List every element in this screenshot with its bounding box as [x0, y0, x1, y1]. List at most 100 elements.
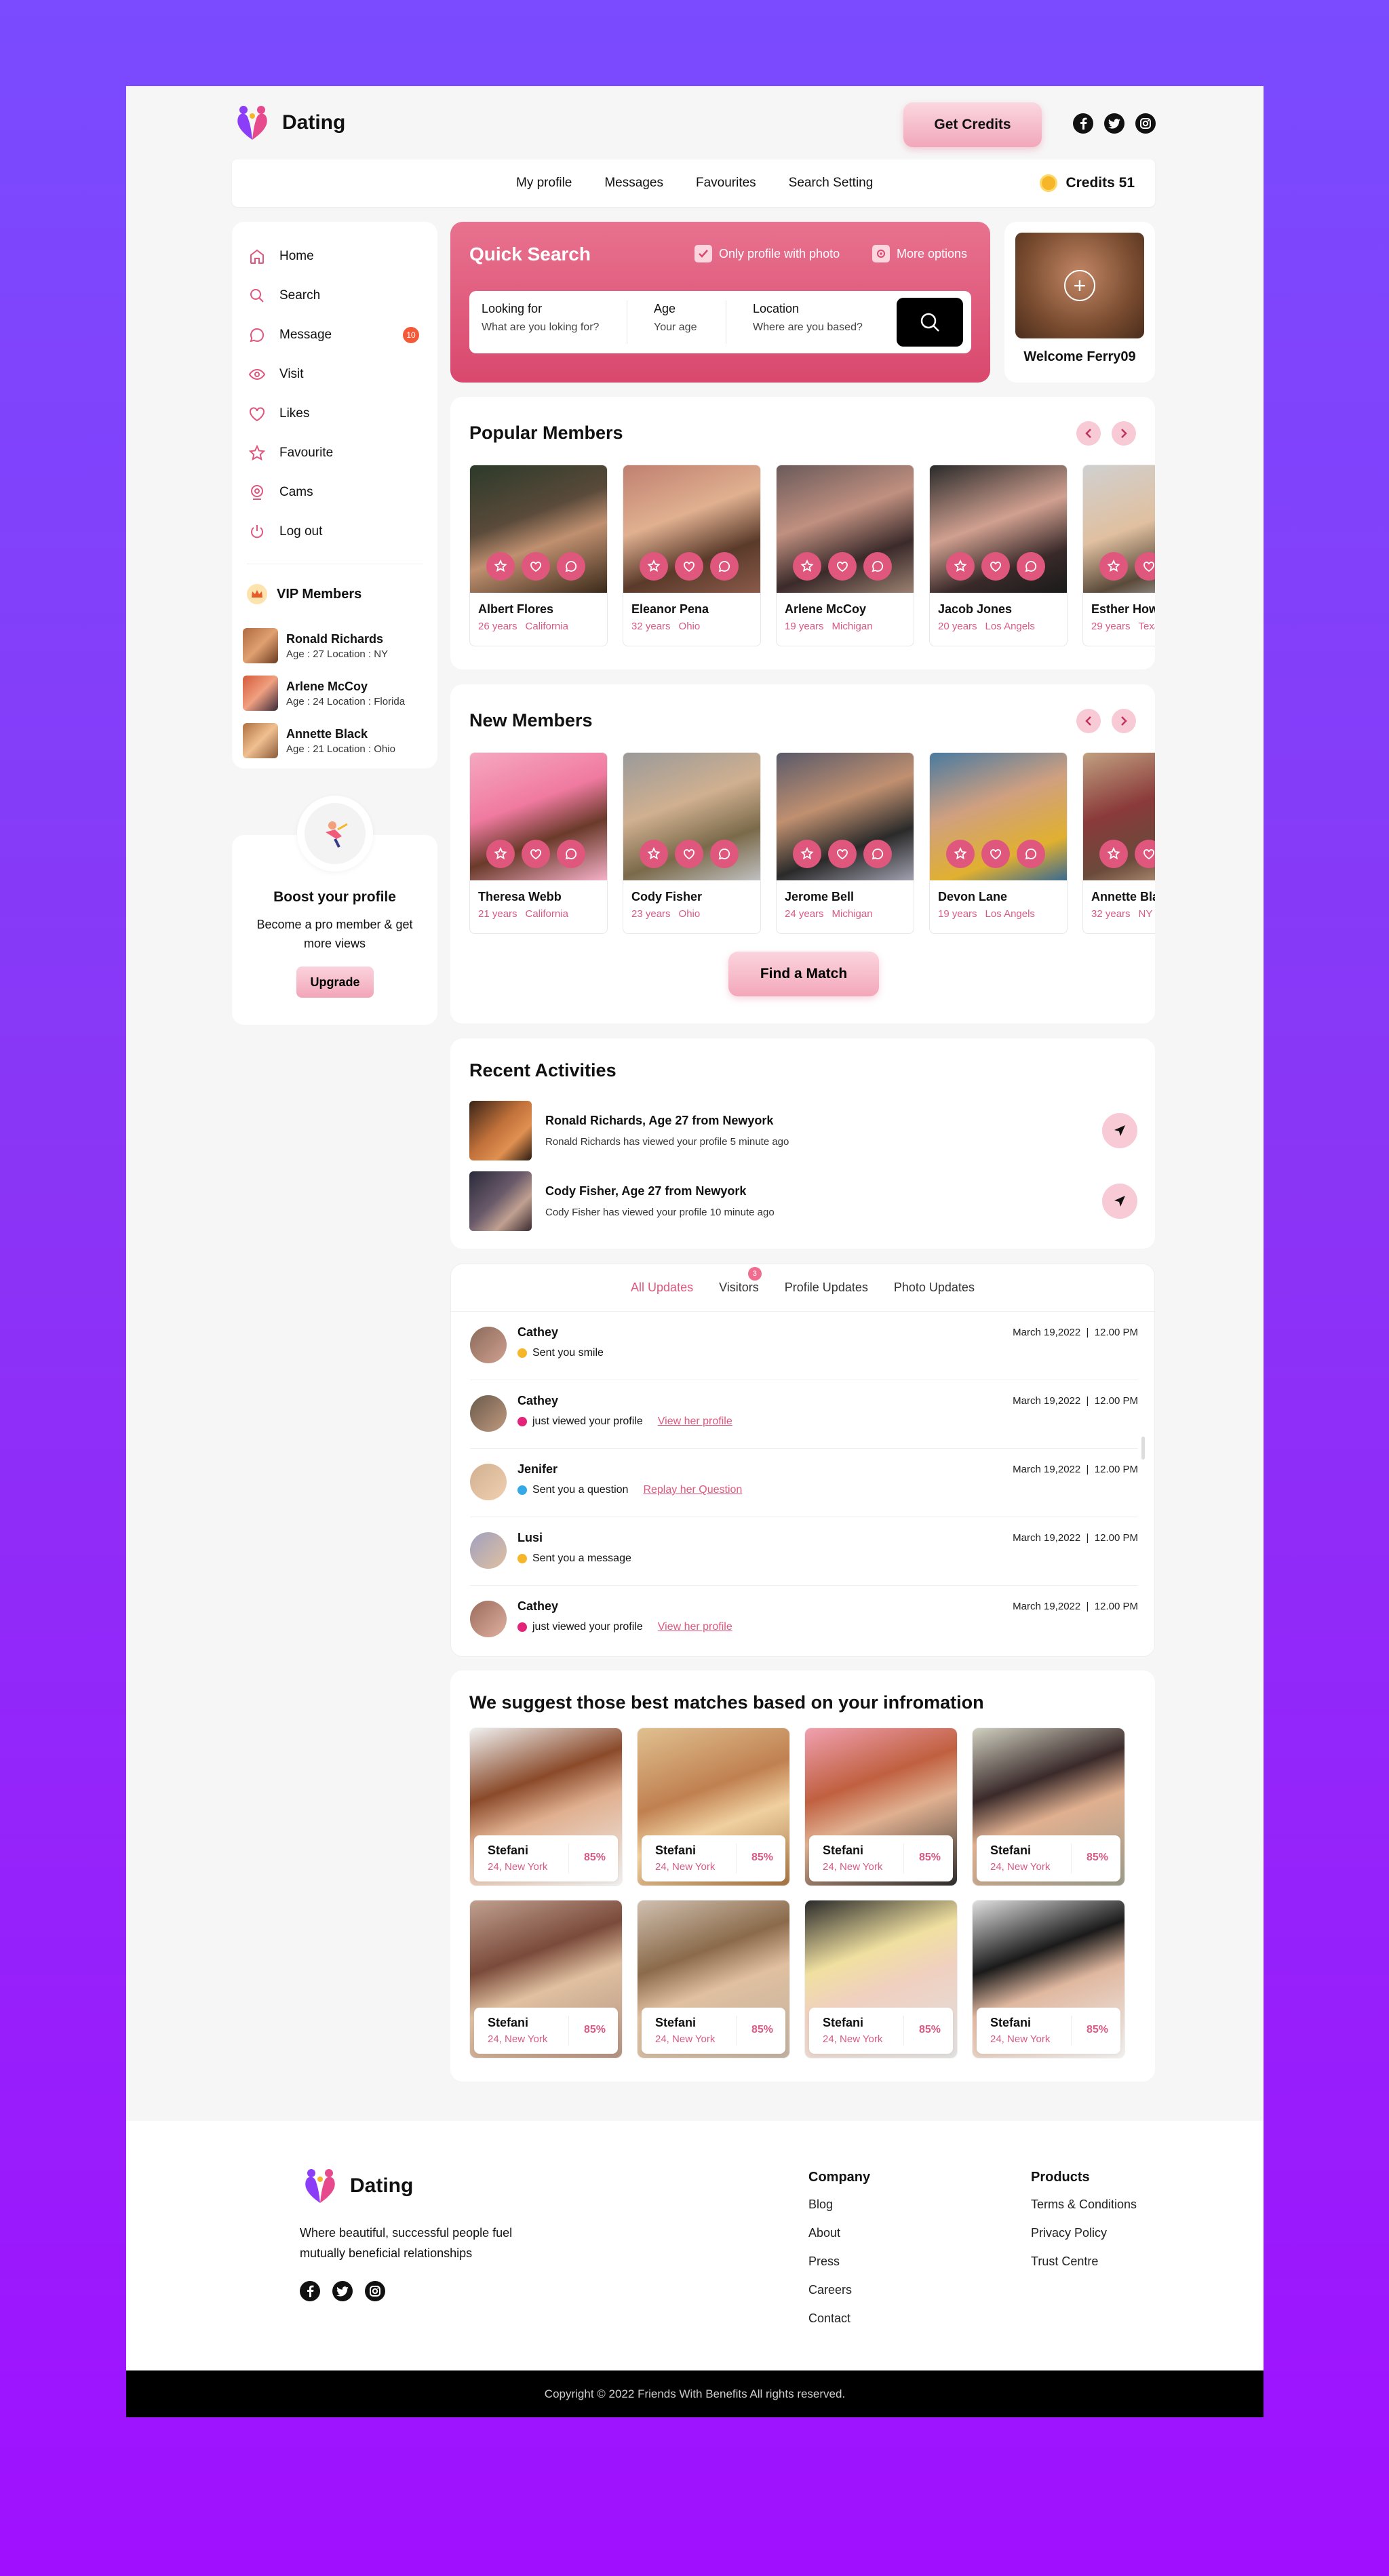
- chat-button[interactable]: [710, 840, 739, 868]
- credits-balance[interactable]: Credits 51: [1040, 159, 1135, 207]
- like-button[interactable]: [1135, 552, 1155, 581]
- profile-photo[interactable]: +: [1015, 233, 1144, 338]
- looking-for-field[interactable]: Looking for What are you loking for?: [482, 302, 599, 334]
- like-button[interactable]: [981, 840, 1010, 868]
- chat-button[interactable]: [1017, 840, 1045, 868]
- favourite-button[interactable]: [946, 840, 975, 868]
- tab-visitors[interactable]: Visitors 3: [719, 1267, 762, 1295]
- match-card[interactable]: Stefani 24, New York 85%: [804, 1900, 958, 2058]
- favourite-button[interactable]: [486, 552, 515, 581]
- sidebar-item-favourite[interactable]: Favourite: [247, 433, 423, 473]
- like-button[interactable]: [675, 552, 703, 581]
- like-button[interactable]: [675, 840, 703, 868]
- update-item[interactable]: Lusi Sent you a message March 19,2022 | 12…: [470, 1517, 1138, 1586]
- vip-member[interactable]: Arlene McCoy Age : 24 Location : Florida: [243, 669, 427, 717]
- search-submit-button[interactable]: [897, 298, 963, 347]
- sidebar-item-home[interactable]: Home: [247, 237, 423, 276]
- vip-member[interactable]: Annette Black Age : 21 Location : Ohio: [243, 717, 427, 764]
- update-link[interactable]: View her profile: [658, 1621, 732, 1633]
- facebook-icon[interactable]: [300, 2281, 320, 2301]
- next-arrow-button[interactable]: [1112, 421, 1136, 446]
- instagram-icon[interactable]: [365, 2281, 385, 2301]
- favourite-button[interactable]: [640, 552, 668, 581]
- match-card[interactable]: Stefani 24, New York 85%: [637, 1900, 790, 2058]
- member-card[interactable]: Esther Howard 29 years Texas: [1082, 465, 1155, 646]
- upgrade-button[interactable]: Upgrade: [296, 967, 374, 998]
- favourite-button[interactable]: [946, 552, 975, 581]
- like-button[interactable]: [828, 552, 857, 581]
- member-card[interactable]: Jacob Jones 20 years Los Angels: [929, 465, 1068, 646]
- member-card[interactable]: Eleanor Pena 32 years Ohio: [623, 465, 761, 646]
- next-arrow-button[interactable]: [1112, 709, 1136, 733]
- instagram-icon[interactable]: [1135, 113, 1156, 134]
- footer-link-contact[interactable]: Contact: [808, 2311, 870, 2340]
- like-button[interactable]: [522, 552, 550, 581]
- footer-link-press[interactable]: Press: [808, 2255, 870, 2283]
- get-credits-button[interactable]: Get Credits: [903, 102, 1042, 147]
- update-item[interactable]: Cathey Sent you smile March 19,2022 | 12.0…: [470, 1312, 1138, 1380]
- member-card[interactable]: Arlene McCoy 19 years Michigan: [776, 465, 914, 646]
- chat-button[interactable]: [1017, 552, 1045, 581]
- chat-button[interactable]: [557, 840, 585, 868]
- twitter-icon[interactable]: [1104, 113, 1124, 134]
- vip-member[interactable]: Ronald Richards Age : 27 Location : NY: [243, 622, 427, 669]
- add-photo-icon[interactable]: +: [1064, 270, 1095, 301]
- tab-photo-updates[interactable]: Photo Updates: [894, 1281, 975, 1295]
- chat-button[interactable]: [863, 552, 892, 581]
- match-card[interactable]: Stefani 24, New York 85%: [972, 1728, 1125, 1886]
- footer-link-careers[interactable]: Careers: [808, 2283, 870, 2311]
- nav-messages[interactable]: Messages: [604, 176, 663, 191]
- favourite-button[interactable]: [1099, 840, 1128, 868]
- favourite-button[interactable]: [486, 840, 515, 868]
- only-photo-checkbox[interactable]: Only profile with photo: [694, 245, 840, 262]
- update-item[interactable]: Cathey just viewed your profile View her p…: [470, 1586, 1138, 1654]
- chat-button[interactable]: [557, 552, 585, 581]
- like-button[interactable]: [1135, 840, 1155, 868]
- like-button[interactable]: [522, 840, 550, 868]
- match-card[interactable]: Stefani 24, New York 85%: [804, 1728, 958, 1886]
- nav-my-profile[interactable]: My profile: [516, 176, 572, 191]
- member-card[interactable]: Annette Black 32 years NY: [1082, 752, 1155, 934]
- more-options-button[interactable]: More options: [872, 245, 967, 262]
- footer-link-about[interactable]: About: [808, 2226, 870, 2255]
- like-button[interactable]: [981, 552, 1010, 581]
- match-card[interactable]: Stefani 24, New York 85%: [972, 1900, 1125, 2058]
- footer-link-terms[interactable]: Terms & Conditions: [1031, 2198, 1137, 2226]
- match-card[interactable]: Stefani 24, New York 85%: [637, 1728, 790, 1886]
- footer-link-blog[interactable]: Blog: [808, 2198, 870, 2226]
- scrollbar-thumb[interactable]: [1141, 1437, 1145, 1460]
- member-card[interactable]: Jerome Bell 24 years Michigan: [776, 752, 914, 934]
- send-button[interactable]: [1102, 1184, 1137, 1219]
- update-item[interactable]: Jenifer Sent you a question Replay her Que…: [470, 1449, 1138, 1517]
- like-button[interactable]: [828, 840, 857, 868]
- member-card[interactable]: Albert Flores 26 years California: [469, 465, 608, 646]
- chat-button[interactable]: [863, 840, 892, 868]
- update-item[interactable]: Cathey just viewed your profile View her p…: [470, 1380, 1138, 1449]
- favourite-button[interactable]: [640, 840, 668, 868]
- favourite-button[interactable]: [793, 840, 821, 868]
- tab-profile-updates[interactable]: Profile Updates: [785, 1281, 868, 1295]
- footer-logo[interactable]: Dating: [300, 2166, 413, 2206]
- find-a-match-button[interactable]: Find a Match: [728, 952, 879, 996]
- nav-favourites[interactable]: Favourites: [696, 176, 756, 191]
- footer-link-trust[interactable]: Trust Centre: [1031, 2255, 1137, 2283]
- location-field[interactable]: Location Where are you based?: [753, 302, 863, 334]
- tab-all-updates[interactable]: All Updates: [631, 1281, 693, 1295]
- prev-arrow-button[interactable]: [1076, 709, 1101, 733]
- favourite-button[interactable]: [793, 552, 821, 581]
- facebook-icon[interactable]: [1073, 113, 1093, 134]
- sidebar-item-visit[interactable]: Visit: [247, 355, 423, 394]
- activity-item[interactable]: Cody Fisher, Age 27 from Newyork Cody Fi…: [469, 1171, 1137, 1231]
- match-card[interactable]: Stefani 24, New York 85%: [469, 1900, 623, 2058]
- member-card[interactable]: Cody Fisher 23 years Ohio: [623, 752, 761, 934]
- footer-link-privacy[interactable]: Privacy Policy: [1031, 2226, 1137, 2255]
- sidebar-item-likes[interactable]: Likes: [247, 394, 423, 433]
- brand-logo[interactable]: Dating: [232, 101, 345, 144]
- activity-item[interactable]: Ronald Richards, Age 27 from Newyork Ron…: [469, 1101, 1137, 1160]
- member-card[interactable]: Devon Lane 19 years Los Angels: [929, 752, 1068, 934]
- nav-search-setting[interactable]: Search Setting: [789, 176, 874, 191]
- sidebar-item-cams[interactable]: Cams: [247, 473, 423, 512]
- sidebar-item-search[interactable]: Search: [247, 276, 423, 315]
- member-card[interactable]: Theresa Webb 21 years California: [469, 752, 608, 934]
- twitter-icon[interactable]: [332, 2281, 353, 2301]
